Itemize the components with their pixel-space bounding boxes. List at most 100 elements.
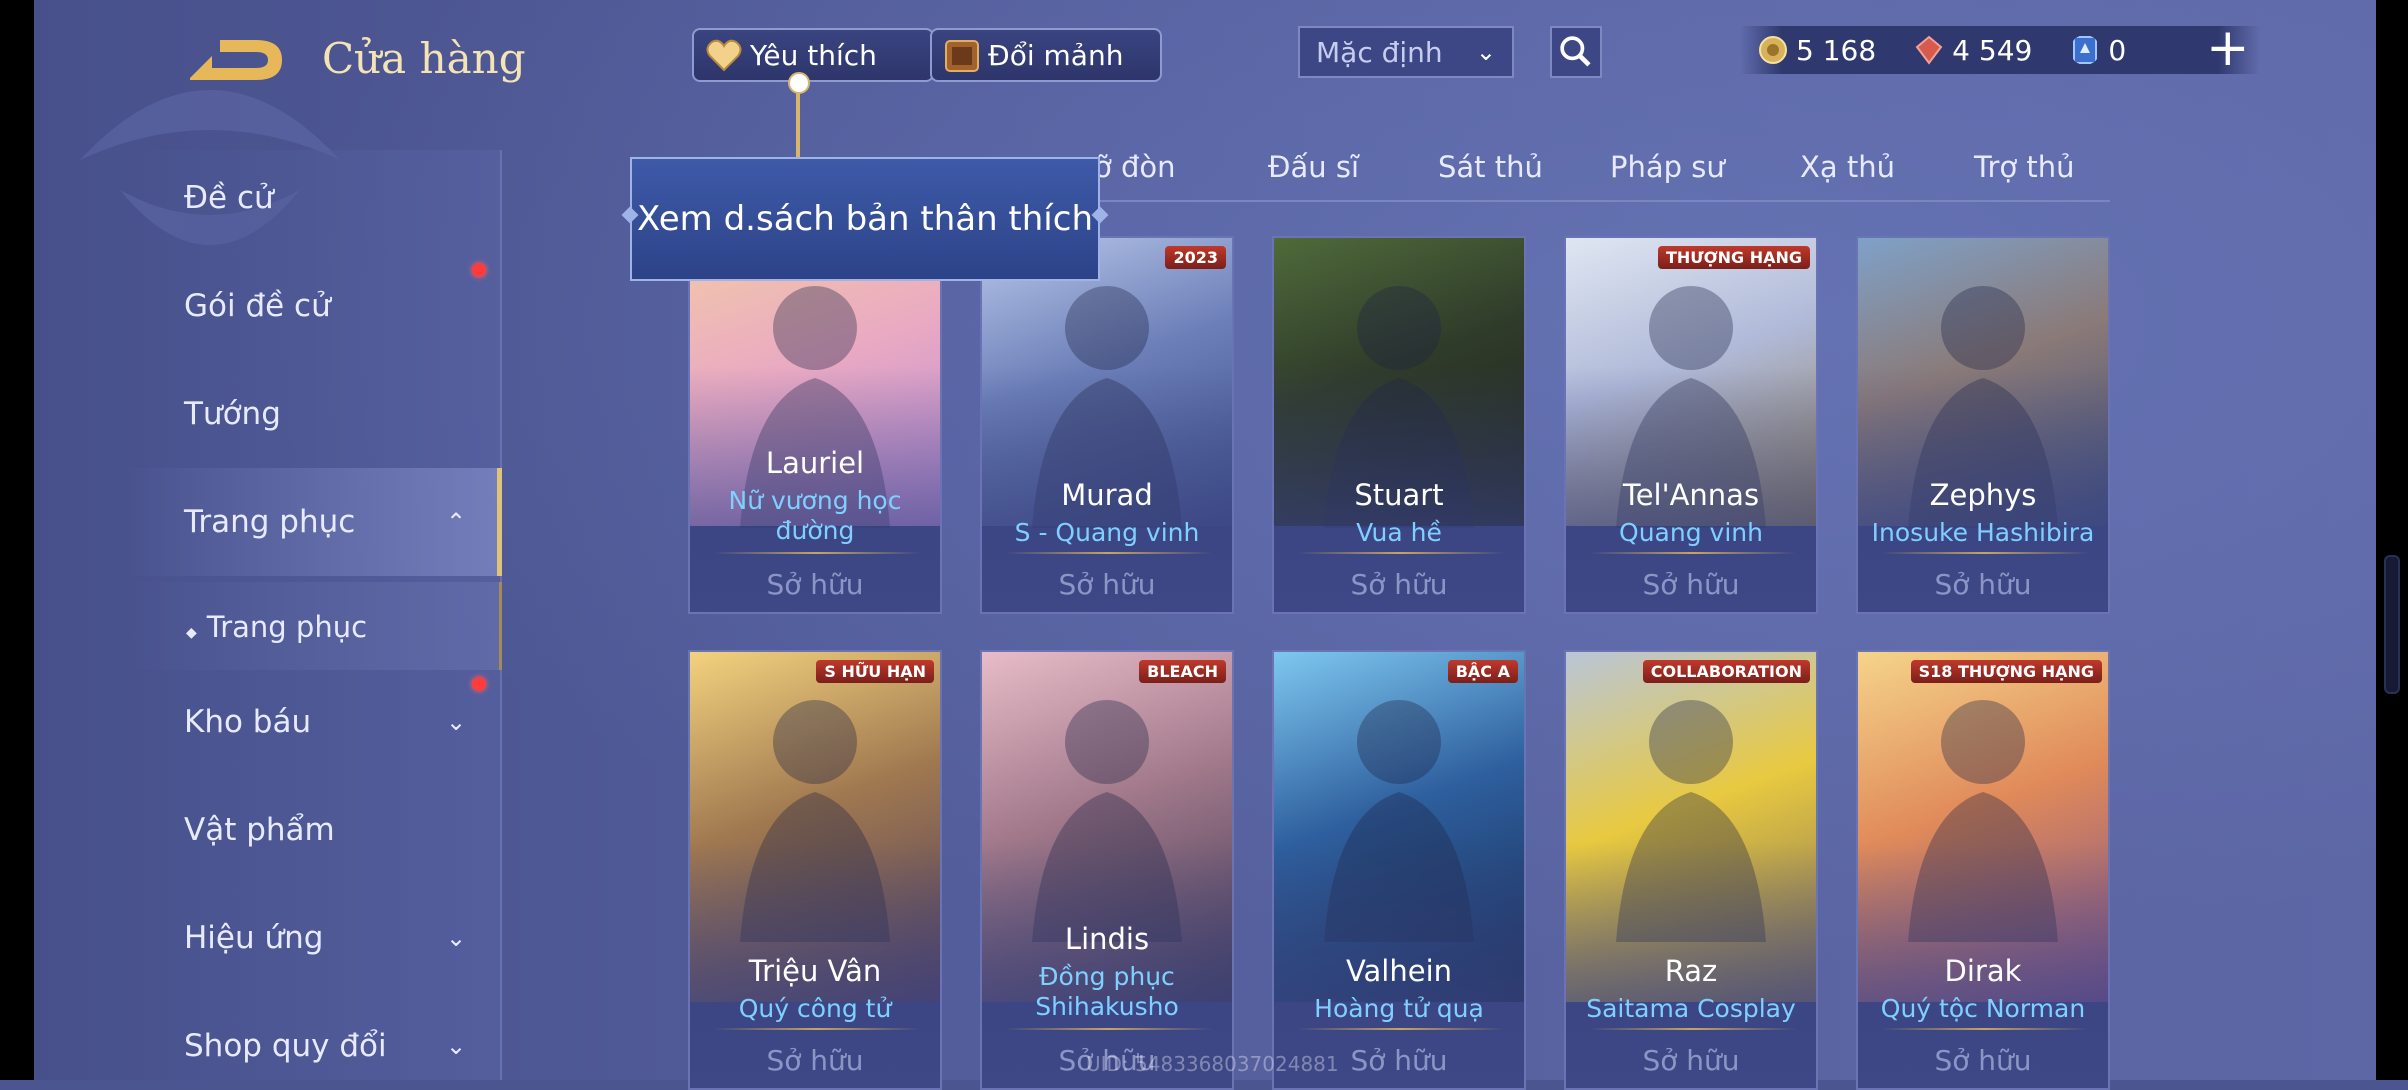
skin-card[interactable]: Lauriel Nữ vương học đường Sở hữu xyxy=(688,236,942,614)
skin-name-line: Inosuke Hashibira xyxy=(1871,518,2095,547)
skin-name: Quý tộc Norman xyxy=(1858,994,2108,1024)
card-divider xyxy=(1006,1028,1212,1030)
screen-edge-left xyxy=(0,0,34,1080)
favorites-label: Yêu thích xyxy=(750,38,877,72)
search-button[interactable] xyxy=(1550,26,1602,78)
skin-name-line: Quang vinh xyxy=(1619,518,1763,547)
notification-dot xyxy=(472,263,486,277)
skin-badge: BLEACH xyxy=(1139,660,1226,683)
system-scrollbar[interactable] xyxy=(2384,555,2400,694)
skin-name: Đồng phục Shihakusho xyxy=(982,962,1232,1022)
hero-name: Dirak xyxy=(1944,954,2022,988)
skin-name: Nữ vương học đường xyxy=(690,486,940,546)
gold-coin-icon xyxy=(1759,36,1787,64)
sidebar-item-recommended-bundles[interactable]: Gói đề cử xyxy=(184,288,331,324)
skin-name-line: Saitama Cosplay xyxy=(1586,994,1796,1023)
chevron-down-icon: ⌄ xyxy=(1475,38,1496,66)
sidebar-subitem-skins[interactable]: ◆ Trang phục xyxy=(186,610,367,644)
add-currency-button[interactable]: + xyxy=(2206,22,2250,74)
sidebar-item-label: Kho báu xyxy=(184,704,312,740)
currency-voucher: 0 xyxy=(2070,34,2126,67)
sidebar-item-effects[interactable]: Hiệu ứng ⌄ xyxy=(184,920,466,956)
card-divider xyxy=(1882,1028,2088,1030)
currency-ruby: 4 549 xyxy=(1914,34,2032,67)
skin-name-line: Hoàng tử quạ xyxy=(1314,994,1484,1023)
owned-status: Sở hữu xyxy=(1642,568,1740,601)
tab-support[interactable]: Trợ thủ xyxy=(1974,150,2074,184)
favorites-button[interactable]: Yêu thích xyxy=(692,28,934,82)
hero-name: Lindis xyxy=(1064,922,1150,956)
card-divider xyxy=(1590,552,1796,554)
shard-chest-icon xyxy=(942,35,982,75)
sidebar-item-label: Gói đề cử xyxy=(184,288,331,324)
tab-fighter[interactable]: Đấu sĩ xyxy=(1268,150,1359,184)
skin-card[interactable]: BLEACH Lindis Đồng phục Shihakusho Sở hữu xyxy=(980,650,1234,1090)
skin-name-line: Quý công tử xyxy=(738,994,892,1023)
skin-card[interactable]: Stuart Vua hề Sở hữu xyxy=(1272,236,1526,614)
currency-bar: 5 168 4 549 0 xyxy=(1740,26,2260,74)
skin-name: Hoàng tử quạ xyxy=(1274,994,1524,1024)
hero-name: Triệu Vân xyxy=(748,954,882,988)
shard-exchange-button[interactable]: Đổi mảnh xyxy=(930,28,1162,82)
skin-card[interactable]: S HỮU HẠN Triệu Vân Quý công tử Sở hữu xyxy=(688,650,942,1090)
owned-status: Sở hữu xyxy=(1934,1044,2032,1077)
tooltip-anchor-dot xyxy=(788,72,810,94)
skin-name-line: Shihakusho xyxy=(1035,992,1179,1021)
skin-badge: COLLABORATION xyxy=(1642,660,1810,683)
owned-status: Sở hữu xyxy=(1058,568,1156,601)
back-arrow-icon[interactable] xyxy=(184,34,284,86)
skin-card[interactable]: THƯỢNG HẠNG Tel'Annas Quang vinh Sở hữu xyxy=(1564,236,1818,614)
tab-assassin[interactable]: Sát thủ xyxy=(1438,150,1543,184)
sidebar-item-label: Shop quy đổi xyxy=(184,1028,387,1064)
skin-name: Vua hề xyxy=(1274,518,1524,548)
skin-name-line: đường xyxy=(775,516,855,545)
skin-badge: S18 THƯỢNG HẠNG xyxy=(1910,660,2102,683)
skin-card[interactable]: Zephys Inosuke Hashibira Sở hữu xyxy=(1856,236,2110,614)
tab-tank[interactable]: ỡ đòn xyxy=(1094,150,1176,184)
tooltip-text: Xem d.sách bản thân thích xyxy=(636,199,1093,239)
sidebar-item-skins[interactable]: Trang phục ⌃ xyxy=(184,504,466,540)
skin-name-line: Quý tộc Norman xyxy=(1880,994,2086,1023)
hero-name: Murad xyxy=(1061,478,1153,512)
skin-name-line: Vua hề xyxy=(1356,518,1442,547)
ruby-icon xyxy=(1915,35,1943,65)
shard-exchange-label: Đổi mảnh xyxy=(988,38,1124,72)
skin-card[interactable]: 2023 Murad S - Quang vinh Sở hữu xyxy=(980,236,1234,614)
skin-card[interactable]: BẬC A Valhein Hoàng tử quạ Sở hữu xyxy=(1272,650,1526,1090)
card-divider xyxy=(1298,552,1504,554)
sidebar-item-label: Đề cử xyxy=(184,180,274,216)
card-divider xyxy=(714,1028,920,1030)
sidebar-item-heroes[interactable]: Tướng xyxy=(184,396,281,432)
sidebar-item-recommended[interactable]: Đề cử xyxy=(184,180,274,216)
tab-marksman[interactable]: Xạ thủ xyxy=(1800,150,1895,184)
tab-mage[interactable]: Pháp sư xyxy=(1610,150,1725,184)
skin-name-line: S - Quang vinh xyxy=(1014,518,1200,547)
currency-gold: 5 168 xyxy=(1758,34,1876,67)
sort-dropdown[interactable]: Mặc định ⌄ xyxy=(1298,26,1514,78)
skin-badge: BẬC A xyxy=(1447,660,1518,683)
card-divider xyxy=(714,552,920,554)
voucher-icon xyxy=(2073,36,2098,64)
hero-name: Raz xyxy=(1664,954,1718,988)
sidebar-item-label: Hiệu ứng xyxy=(184,920,324,956)
skin-name: Saitama Cosplay xyxy=(1566,994,1816,1024)
owned-status: Sở hữu xyxy=(766,568,864,601)
sidebar-item-items[interactable]: Vật phẩm xyxy=(184,812,335,848)
chevron-down-icon: ⌄ xyxy=(446,708,467,736)
card-divider xyxy=(1590,1028,1796,1030)
skin-name: Quý công tử xyxy=(690,994,940,1024)
hero-name: Valhein xyxy=(1345,954,1453,988)
heart-icon xyxy=(704,35,744,75)
search-icon xyxy=(1560,36,1585,61)
skin-badge: S HỮU HẠN xyxy=(816,660,934,683)
skin-card[interactable]: S18 THƯỢNG HẠNG Dirak Quý tộc Norman Sở hữu xyxy=(1856,650,2110,1090)
sidebar-item-treasure[interactable]: Kho báu ⌄ xyxy=(184,704,466,740)
hero-name: Tel'Annas xyxy=(1622,478,1760,512)
notification-dot xyxy=(472,677,486,691)
sidebar-item-exchange-shop[interactable]: Shop quy đổi ⌄ xyxy=(184,1028,466,1064)
skin-name: S - Quang vinh xyxy=(982,518,1232,548)
owned-status: Sở hữu xyxy=(1934,568,2032,601)
skin-card[interactable]: COLLABORATION Raz Saitama Cosplay Sở hữu xyxy=(1564,650,1818,1090)
favorites-tooltip: Xem d.sách bản thân thích xyxy=(621,157,1109,281)
sidebar-item-label: Tướng xyxy=(184,396,281,432)
